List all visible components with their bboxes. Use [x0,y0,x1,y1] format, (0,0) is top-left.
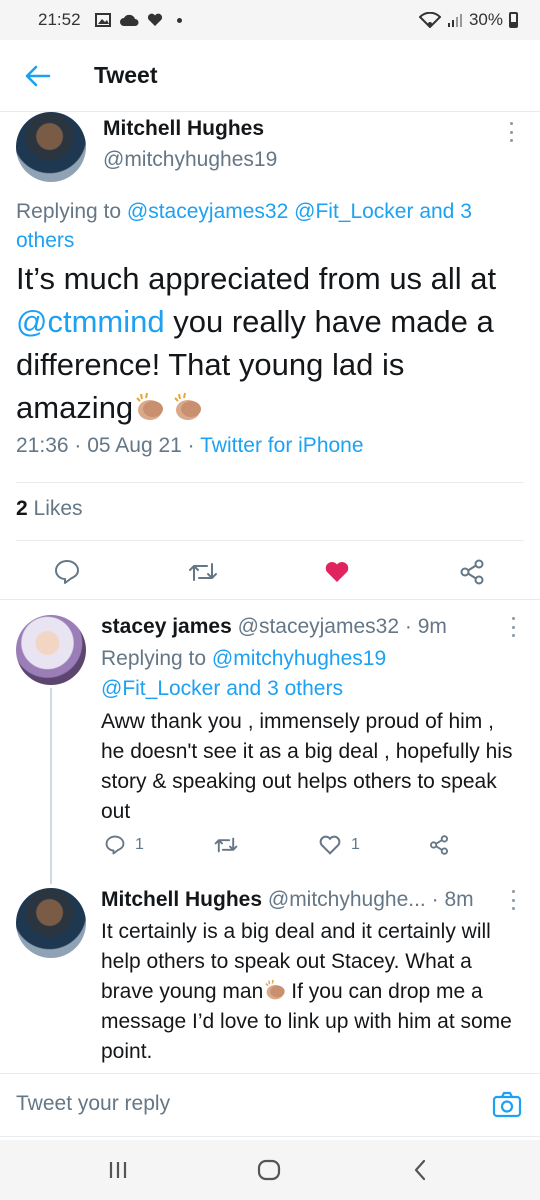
notification-icons [94,13,182,27]
retweet-button[interactable] [183,552,223,592]
more-icon[interactable] [506,122,516,142]
reply-text: Aww thank you , immensely proud of him ,… [101,710,513,823]
more-icon[interactable] [508,617,518,637]
likes-number: 2 [16,497,28,520]
reply-count: 1 [135,836,144,853]
home-button[interactable] [254,1156,284,1184]
status-bar: 21:52 30% [0,0,540,40]
reply-author-name[interactable]: Mitchell Hughes [101,888,262,911]
tweet-meta: 21:36 · 05 Aug 21 · Twitter for iPhone [16,434,364,457]
more-icon[interactable] [508,890,518,910]
clap-emoji [136,392,164,420]
reply-time: 9m [417,615,447,638]
reply-button[interactable]: 1 [105,835,144,855]
mention-link[interactable]: @ctmmind [16,304,165,339]
battery-percent: 30% [468,10,503,29]
tweet-date: 05 Aug 21 [87,434,182,457]
status-time: 21:52 [38,10,81,29]
wifi-icon [418,12,441,28]
battery-icon [509,12,518,28]
signal-icon [447,14,462,27]
divider [16,540,524,541]
replying-to: Replying to @mitchyhughes19 @Fit_Locker … [101,644,511,704]
reply-author-handle: @mitchyhughe... [267,888,426,911]
reply-input[interactable]: Tweet your reply [16,1092,170,1116]
camera-icon [492,1091,522,1118]
tweet-body: It’s much appreciated from us all at @ct… [16,257,526,429]
author-name[interactable]: Mitchell Hughes [103,117,264,141]
header: Tweet [0,40,540,112]
reply-composer[interactable]: Tweet your reply [0,1073,540,1137]
like-count: 1 [351,836,360,853]
replying-prefix: Replying to [16,200,122,223]
reply-text: It certainly is a big deal and it certai… [101,917,521,1067]
avatar[interactable] [16,615,86,685]
page-title: Tweet [94,62,158,88]
back-button[interactable] [22,60,54,92]
reply-button[interactable] [47,552,87,592]
replying-to: Replying to @staceyjames32 @Fit_Locker a… [16,197,516,255]
retweet-icon [189,563,217,581]
heart-status-icon [147,13,162,26]
replying-others-link[interactable]: and 3 others [226,677,343,700]
divider [16,482,524,483]
author-handle[interactable]: @mitchyhughes19 [103,148,277,172]
cloud-icon [119,14,139,26]
reply-actions: 1 1 [101,835,481,863]
tweet-actions [0,552,540,602]
recents-icon [109,1162,127,1178]
recents-button[interactable] [103,1156,133,1184]
share-icon [430,835,448,855]
thread-line [50,688,52,884]
home-icon [257,1159,281,1181]
like-button[interactable] [317,552,357,592]
gallery-icon [94,13,111,27]
avatar[interactable] [16,112,86,182]
likes-label: Likes [33,497,83,520]
share-button[interactable] [452,552,492,592]
reply-header: Mitchell Hughes @mitchyhughe... · 8m [101,888,474,911]
dot-icon [176,17,182,23]
reply-header: stacey james @staceyjames32 · 9m [101,615,447,638]
reply-time: 8m [444,888,474,911]
retweet-icon [214,837,238,853]
camera-button[interactable] [492,1090,522,1120]
tweet-source-link[interactable]: Twitter for iPhone [200,434,363,457]
reply-author-name[interactable]: stacey james [101,615,232,638]
reply-icon [55,560,79,584]
chevron-left-icon [414,1159,426,1181]
divider [0,599,540,600]
system-back-button[interactable] [405,1156,435,1184]
reply-icon [105,835,125,855]
clap-emoji [265,979,285,1000]
retweet-button[interactable] [214,835,238,855]
back-arrow-icon [25,65,51,86]
replying-prefix: Replying to [101,647,207,670]
share-icon [460,559,484,585]
tweet-text-part1: It’s much appreciated from us all at [16,261,497,296]
reply-author-handle: @staceyjames32 [237,615,400,638]
tweet-time: 21:36 [16,434,69,457]
heart-outline-icon [319,835,341,855]
heart-icon [325,562,349,582]
share-button[interactable] [429,835,449,855]
like-button[interactable]: 1 [319,835,360,855]
clap-emoji [174,392,202,420]
likes-count[interactable]: 2 Likes [16,497,83,521]
avatar[interactable] [16,888,86,958]
replying-users-link[interactable]: @staceyjames32 @Fit_Locker [127,200,414,223]
system-nav-bar [0,1140,540,1200]
